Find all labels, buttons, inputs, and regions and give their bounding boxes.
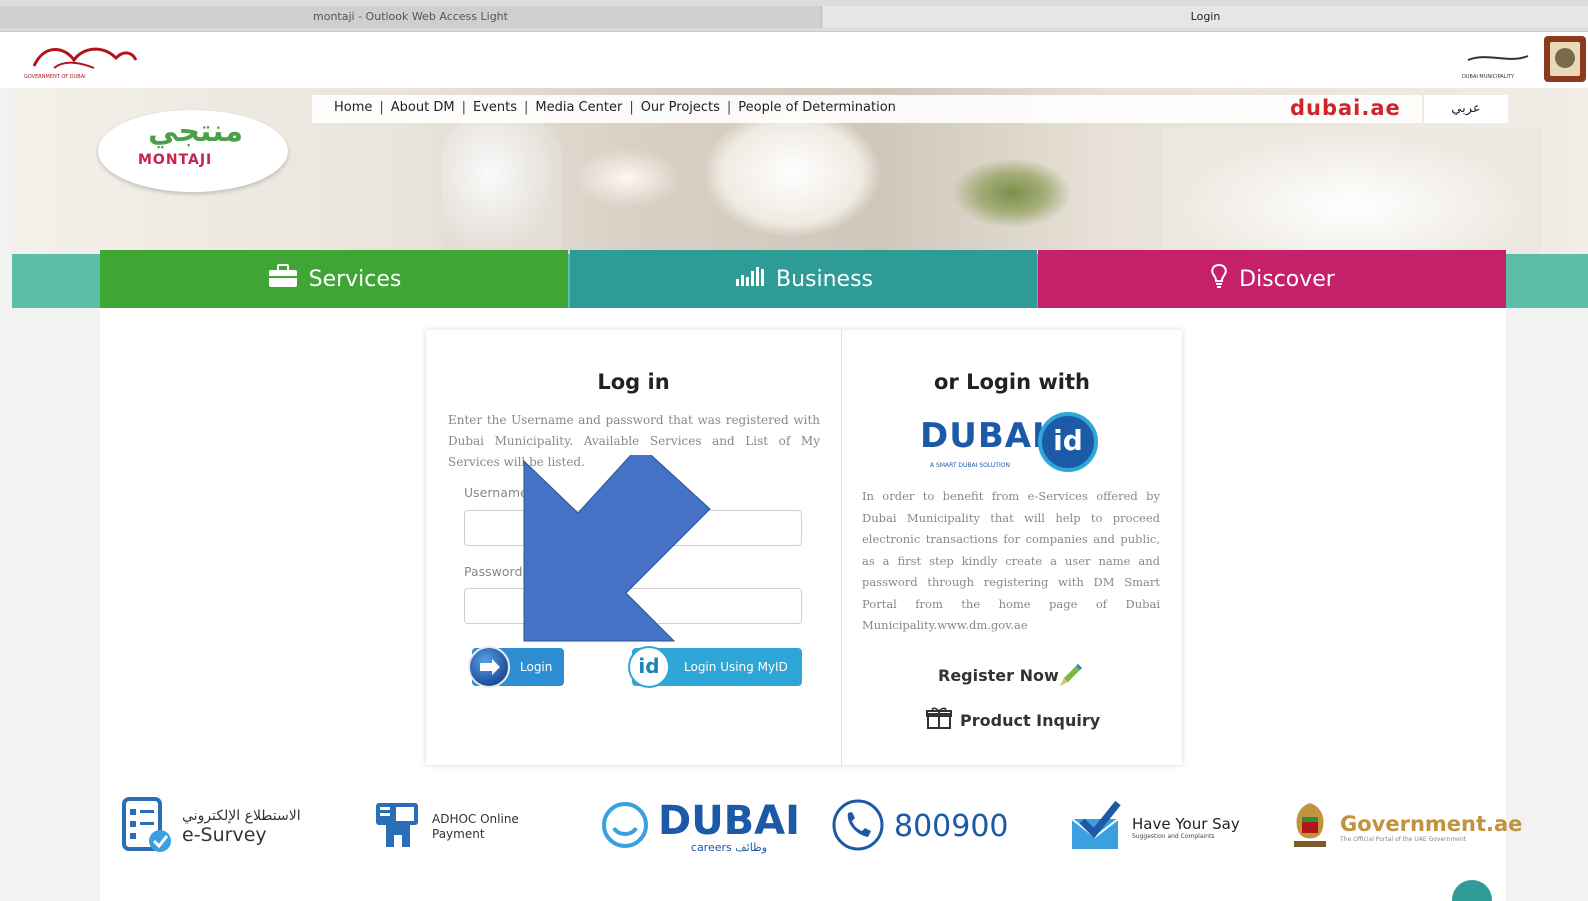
column-divider [841, 330, 842, 765]
hero-bottle-image [442, 118, 562, 254]
nav-media-center[interactable]: Media Center [535, 100, 622, 115]
have-your-say-link[interactable]: Have Your Say Suggestion and Complaints [1068, 792, 1240, 862]
password-label: Password [464, 564, 523, 579]
uae-emblem-icon [1288, 797, 1332, 857]
hero-rose-image [702, 108, 882, 238]
government-header: GOVERNMENT OF DUBAI DUBAI MUNICIPALITY [0, 32, 1588, 88]
dubai-careers-link[interactable]: DUBAI careers وظائف [600, 792, 800, 862]
login-button-label: Login [520, 660, 553, 674]
adhoc-label-line1: ADHOC Online [432, 812, 519, 826]
gov-logo-text: GOVERNMENT OF DUBAI [24, 74, 86, 80]
hero-leaves-image [952, 158, 1072, 228]
dubai-ae-logo[interactable]: dubai.ae [1290, 95, 1401, 121]
briefcase-icon [267, 264, 299, 294]
pencil-icon [1056, 660, 1086, 690]
government-ae-label: Government.ae [1340, 811, 1523, 836]
montaji-logo[interactable]: منتجي MONTAJI [98, 110, 288, 192]
tab-business-label: Business [775, 266, 873, 292]
browser-tab-login[interactable]: Login [823, 6, 1588, 28]
gift-box-icon [926, 706, 952, 734]
login-button[interactable]: Login [468, 646, 564, 688]
montaji-logo-text: MONTAJI [138, 152, 213, 168]
hero-towel-image [1162, 128, 1542, 254]
careers-logo-text: DUBAI [658, 797, 801, 844]
dm-logo-text: DUBAI MUNICIPALITY [1462, 74, 1515, 80]
dubai-municipality-logo[interactable]: DUBAI MUNICIPALITY [1428, 34, 1588, 86]
tab-business[interactable]: Business [570, 250, 1037, 308]
tab-discover[interactable]: Discover [1038, 250, 1506, 308]
dubai-id-badge: id [1038, 412, 1098, 472]
lightbulb-icon [1209, 263, 1229, 295]
annotation-arrow [523, 455, 711, 642]
hotline-number: 800900 [894, 809, 1009, 844]
dubai-id-logo[interactable]: DUBAI id A SMART DUBAI SOLUTION [920, 412, 1110, 476]
smiley-circle-icon [600, 800, 650, 854]
government-ae-subtitle: The Official Portal of the UAE Governmen… [1340, 835, 1467, 843]
government-ae-link[interactable]: Government.ae The Official Portal of the… [1288, 792, 1522, 862]
browser-tab-outlook[interactable]: montaji - Outlook Web Access Light [0, 6, 822, 28]
tab-services[interactable]: Services [100, 250, 568, 308]
arabic-language-button[interactable]: عربي [1424, 95, 1508, 123]
esurvey-arabic-label: الاستطلاع الإلكتروني [182, 808, 301, 824]
esurvey-link[interactable]: الاستطلاع الإلكتروني e-Survey [120, 792, 301, 862]
login-myid-button[interactable]: id Login Using MyID [628, 646, 802, 688]
tab-discover-label: Discover [1239, 266, 1335, 292]
have-your-say-subtitle: Suggestion and Complaints [1132, 832, 1215, 840]
survey-icon [120, 795, 174, 859]
adhoc-payment-link[interactable]: ADHOC Online Payment [372, 792, 519, 862]
phone-icon [830, 797, 886, 857]
bar-chart-icon [734, 265, 766, 293]
dubai-id-logo-text: DUBAI [920, 416, 1046, 456]
alt-login-description: In order to benefit from e-Services offe… [862, 489, 1160, 632]
top-navigation: Home | About DM | Events | Media Center | Our Pr… [312, 95, 1422, 123]
esurvey-label: e-Survey [182, 824, 267, 846]
dubai-id-subtitle: A SMART DUBAI SOLUTION [930, 462, 1010, 469]
product-inquiry-link[interactable]: Product Inquiry [926, 706, 1100, 734]
login-myid-button-label: Login Using MyID [684, 660, 788, 674]
myid-icon: id [628, 646, 670, 688]
tab-services-label: Services [308, 266, 402, 292]
montaji-logo-arabic: منتجي [148, 114, 244, 149]
nav-people-of-determination[interactable]: People of Determination [738, 100, 896, 115]
browser-tab-bar: montaji - Outlook Web Access Light Login [0, 0, 1588, 32]
adhoc-label-line2: Payment [432, 827, 485, 841]
nav-our-projects[interactable]: Our Projects [641, 100, 720, 115]
register-now-link[interactable]: Register Now [938, 666, 1059, 685]
login-title: Log in [597, 370, 670, 394]
product-inquiry-label: Product Inquiry [960, 710, 1101, 730]
payment-terminal-icon [372, 795, 424, 859]
nav-home[interactable]: Home [334, 100, 372, 115]
username-label: Username [464, 485, 528, 500]
envelope-check-icon [1068, 797, 1124, 857]
have-your-say-label: Have Your Say [1132, 814, 1240, 833]
hero-flowers-image [572, 148, 682, 208]
hotline-800900-link[interactable]: 800900 [830, 792, 1009, 862]
nav-about-dm[interactable]: About DM [391, 100, 455, 115]
nav-events[interactable]: Events [473, 100, 517, 115]
alt-login-title: or Login with [934, 370, 1090, 394]
login-arrow-icon [468, 646, 510, 688]
government-of-dubai-logo[interactable]: GOVERNMENT OF DUBAI [24, 38, 144, 84]
nav-links: Home | About DM | Events | Media Center | Our Pr… [334, 100, 896, 115]
